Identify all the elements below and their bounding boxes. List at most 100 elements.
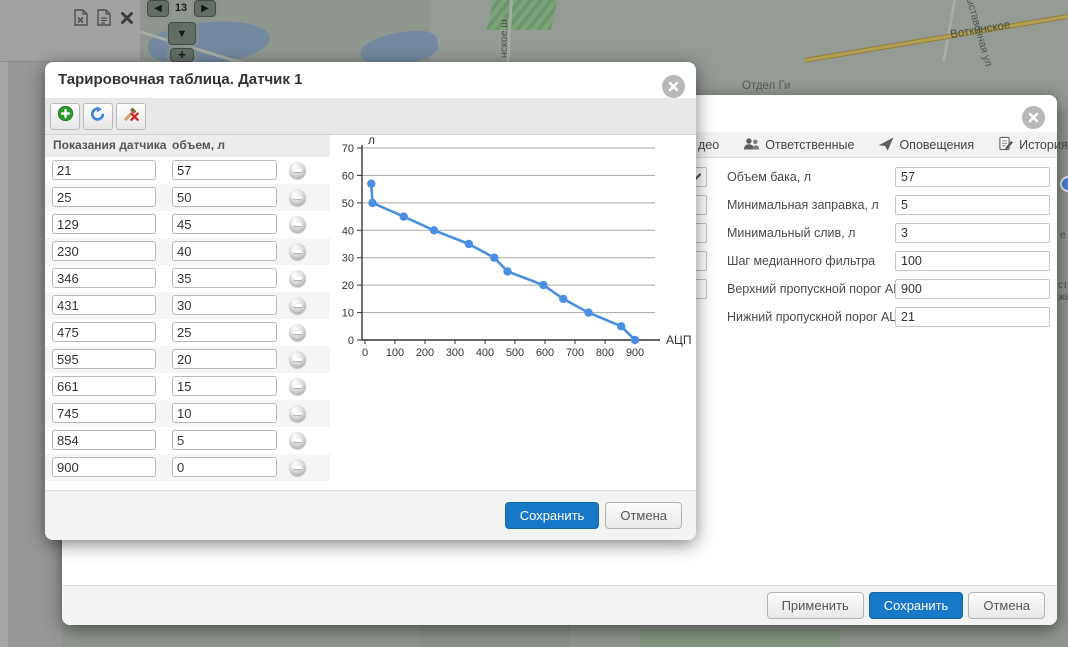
volume-input[interactable] — [172, 322, 277, 342]
volume-input[interactable] — [172, 187, 277, 207]
tab-ответственные[interactable]: Ответственные — [743, 137, 854, 154]
minus-icon — [293, 250, 302, 253]
sensor-reading-input[interactable] — [52, 322, 156, 342]
excel-export-icon[interactable] — [74, 9, 88, 31]
table-row — [45, 427, 330, 454]
add-row-icon — [57, 105, 74, 127]
remove-row-button[interactable] — [289, 189, 306, 206]
field-input[interactable] — [895, 307, 1050, 327]
sensor-reading-input[interactable] — [52, 349, 156, 369]
field-input[interactable] — [895, 223, 1050, 243]
remove-row-button[interactable] — [289, 216, 306, 233]
sensor-reading-input[interactable] — [52, 295, 156, 315]
remove-row-button[interactable] — [289, 459, 306, 476]
map-label-fragment: же — [1058, 292, 1068, 303]
remove-row-button[interactable] — [289, 351, 306, 368]
map-down-button[interactable]: ▼ — [168, 22, 196, 45]
sensor-reading-input[interactable] — [52, 187, 156, 207]
svg-text:500: 500 — [506, 347, 524, 359]
sensor-reading-input[interactable] — [52, 214, 156, 234]
apply-button[interactable]: Применить — [767, 592, 864, 619]
sensor-reading-input[interactable] — [52, 430, 156, 450]
volume-input[interactable] — [172, 295, 277, 315]
svg-text:40: 40 — [342, 225, 354, 237]
close-report-icon[interactable] — [120, 11, 134, 30]
remove-row-button[interactable] — [289, 270, 306, 287]
cancel-button[interactable]: Отмена — [968, 592, 1045, 619]
map-road-label: нское ш — [498, 19, 510, 58]
calibration-body: Показания датчика объем, л 0102030405060… — [45, 135, 696, 490]
svg-text:0: 0 — [362, 347, 368, 359]
field-input[interactable] — [895, 195, 1050, 215]
remove-row-button[interactable] — [289, 378, 306, 395]
map-label-fragment: е — [1060, 230, 1066, 241]
table-header: Показания датчика объем, л — [45, 135, 330, 157]
remove-row-button[interactable] — [289, 324, 306, 341]
sensor-reading-input[interactable] — [52, 241, 156, 261]
pdf-export-icon[interactable] — [97, 9, 111, 31]
sensor-reading-input[interactable] — [52, 160, 156, 180]
sensor-reading-input[interactable] — [52, 403, 156, 423]
svg-text:50: 50 — [342, 198, 354, 210]
volume-input[interactable] — [172, 430, 277, 450]
minus-icon — [293, 439, 302, 442]
minus-icon — [293, 196, 302, 199]
minus-icon — [293, 277, 302, 280]
close-icon[interactable] — [662, 75, 685, 98]
map-place-label: Отдел Ги — [742, 80, 790, 92]
table-row — [45, 319, 330, 346]
add-row-button[interactable] — [50, 103, 80, 130]
volume-input[interactable] — [172, 349, 277, 369]
volume-input[interactable] — [172, 214, 277, 234]
volume-input[interactable] — [172, 403, 277, 423]
table-row — [45, 292, 330, 319]
map-next-button[interactable]: ▶ — [194, 0, 216, 17]
minus-icon — [293, 466, 302, 469]
minus-icon — [293, 412, 302, 415]
tab-оповещения[interactable]: Оповещения — [878, 137, 974, 154]
map-page-number: 13 — [170, 2, 192, 14]
tab-история-изменений[interactable]: История изменений — [998, 136, 1068, 154]
tab-label: История изменений — [1019, 138, 1068, 152]
remove-row-button[interactable] — [289, 432, 306, 449]
table-row — [45, 211, 330, 238]
map-building — [640, 630, 840, 647]
table-row — [45, 265, 330, 292]
column-header-sensor: Показания датчика — [53, 138, 166, 152]
close-icon[interactable] — [1022, 106, 1045, 129]
sensor-reading-input[interactable] — [52, 268, 156, 288]
properties-footer: Применить Сохранить Отмена — [62, 585, 1057, 625]
sensor-reading-input[interactable] — [52, 376, 156, 396]
volume-input[interactable] — [172, 268, 277, 288]
calibration-line-chart: 0102030405060700100200300400500600700800… — [330, 135, 696, 375]
save-button[interactable]: Сохранить — [869, 592, 964, 619]
volume-input[interactable] — [172, 241, 277, 261]
minus-icon — [293, 385, 302, 388]
svg-text:20: 20 — [342, 280, 354, 292]
refresh-button[interactable] — [83, 103, 113, 130]
remove-row-button[interactable] — [289, 405, 306, 422]
volume-input[interactable] — [172, 160, 277, 180]
sensor-reading-input[interactable] — [52, 457, 156, 477]
table-row — [45, 373, 330, 400]
history-icon — [998, 136, 1014, 154]
map-prev-button[interactable]: ◀ — [147, 0, 169, 17]
field-input[interactable] — [895, 251, 1050, 271]
field-input[interactable] — [895, 167, 1050, 187]
clear-table-button[interactable] — [116, 103, 146, 130]
cancel-button[interactable]: Отмена — [605, 502, 682, 529]
table-row — [45, 346, 330, 373]
calibration-toolbar — [45, 98, 696, 135]
volume-input[interactable] — [172, 457, 277, 477]
tab-video-fragment[interactable]: део — [698, 138, 719, 152]
remove-row-button[interactable] — [289, 243, 306, 260]
svg-text:60: 60 — [342, 170, 354, 182]
remove-row-button[interactable] — [289, 162, 306, 179]
volume-input[interactable] — [172, 376, 277, 396]
remove-row-button[interactable] — [289, 297, 306, 314]
save-button[interactable]: Сохранить — [505, 502, 600, 529]
field-input[interactable] — [895, 279, 1050, 299]
map-marker — [1060, 176, 1068, 192]
map-zoom-in-button[interactable]: + — [170, 48, 194, 62]
svg-text:900: 900 — [626, 347, 644, 359]
